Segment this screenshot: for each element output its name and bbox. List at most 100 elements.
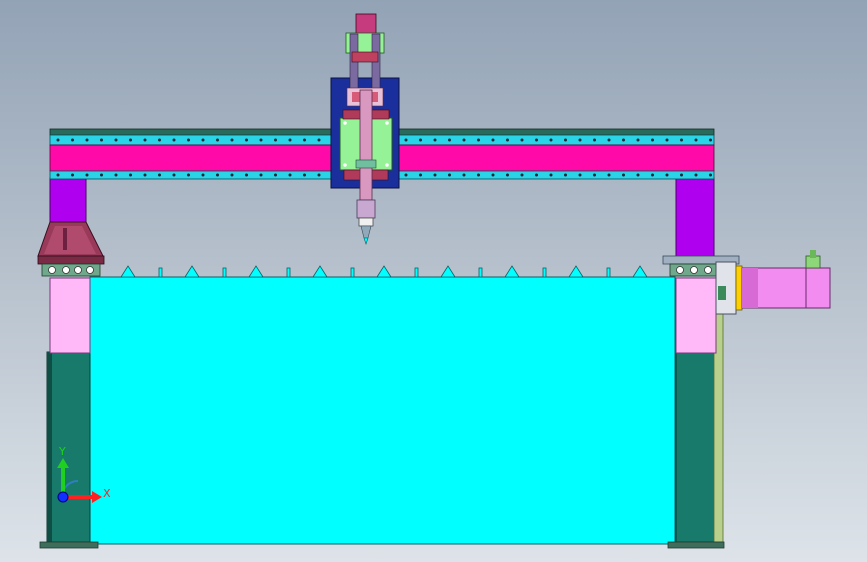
- bed-slat: [478, 267, 483, 278]
- beam-bolt: [607, 173, 611, 177]
- beam-bolt: [636, 173, 640, 177]
- bed-tooth: [248, 265, 264, 278]
- beam-bolt: [477, 138, 480, 142]
- beam-bolt: [448, 138, 451, 142]
- beam-bolt: [230, 173, 234, 177]
- beam-bolt: [622, 138, 625, 142]
- cad-viewport[interactable]: Y X: [0, 0, 867, 562]
- beam-bolt: [143, 138, 147, 142]
- beam-bolt: [172, 138, 176, 142]
- bed-slat: [158, 267, 163, 278]
- beam-bolt: [100, 173, 103, 177]
- beam-bolt: [201, 138, 205, 142]
- beam-bolt: [506, 138, 509, 142]
- bed-tooth: [312, 265, 328, 278]
- bed-slat: [286, 267, 291, 278]
- beam-bolt: [694, 138, 698, 142]
- beam-bolt: [535, 173, 538, 177]
- bed-tooth: [504, 265, 520, 278]
- beam-bolt: [491, 138, 495, 142]
- cutting-bed: [89, 276, 676, 545]
- bed-tooth: [120, 265, 136, 278]
- beam-bolt: [549, 173, 553, 177]
- beam-bolt: [303, 173, 306, 177]
- bed-tooth: [440, 265, 456, 278]
- gantry-machine-drawing: Y X: [37, 13, 831, 549]
- beam-bolt: [578, 173, 582, 177]
- left-leg: [39, 277, 99, 549]
- beam-bolt: [158, 138, 161, 142]
- beam-bolt: [187, 138, 190, 142]
- beam-bolt: [665, 138, 669, 142]
- right-leg: [667, 277, 725, 549]
- beam-bolt: [578, 138, 582, 142]
- beam-bolt: [694, 173, 698, 177]
- beam-bolt: [274, 138, 277, 142]
- beam-bolt: [288, 138, 292, 142]
- beam-bolt: [303, 138, 306, 142]
- bed-slat: [222, 267, 227, 278]
- beam-bolt: [680, 173, 683, 177]
- bed-slat: [350, 267, 355, 278]
- beam-bolt: [274, 173, 277, 177]
- beam-bolt: [419, 138, 422, 142]
- beam-bolt: [680, 138, 683, 142]
- beam-bolt: [114, 173, 118, 177]
- beam-bolt: [71, 138, 74, 142]
- beam-bolt: [709, 173, 712, 177]
- beam-bolt: [665, 173, 669, 177]
- beam-bolt: [143, 173, 147, 177]
- beam-bolt: [520, 173, 524, 177]
- beam-bolt: [85, 173, 89, 177]
- right-column: [662, 177, 740, 277]
- bed-slat: [606, 267, 611, 278]
- z-axis-dot: [57, 491, 69, 503]
- beam-bolt: [245, 173, 248, 177]
- beam-bolt: [564, 173, 567, 177]
- beam-bolt: [56, 138, 60, 142]
- beam-bolt: [709, 138, 712, 142]
- beam-bolt: [56, 173, 60, 177]
- beam-bolt: [520, 138, 524, 142]
- beam-bolt: [158, 173, 161, 177]
- beam-bolt: [259, 173, 263, 177]
- beam-bolt: [636, 138, 640, 142]
- beam-bolt: [114, 138, 118, 142]
- x-axis-label: X: [103, 487, 111, 500]
- beam-bolt: [245, 138, 248, 142]
- bed-tooth: [568, 265, 584, 278]
- beam-bolt: [129, 173, 132, 177]
- bed-tooth: [184, 265, 200, 278]
- beam-bolt: [100, 138, 103, 142]
- beam-bolt: [288, 173, 292, 177]
- beam-bolt: [593, 173, 596, 177]
- beam-bolt: [216, 173, 219, 177]
- beam-bolt: [462, 138, 466, 142]
- beam-bolt: [651, 138, 654, 142]
- beam-bolt: [491, 173, 495, 177]
- beam-bolt: [129, 138, 132, 142]
- beam-bolt: [433, 173, 437, 177]
- bed-slat: [414, 267, 419, 278]
- beam-bolt: [433, 138, 437, 142]
- beam-bolt: [607, 138, 611, 142]
- beam-bolt: [187, 173, 190, 177]
- beam-bolt: [419, 173, 422, 177]
- beam-bolt: [201, 173, 205, 177]
- bed-slat: [542, 267, 547, 278]
- cutting-head: [330, 13, 400, 245]
- beam-bolt: [593, 138, 596, 142]
- y-axis-label: Y: [58, 445, 66, 458]
- bed-slat-teeth: [120, 265, 648, 278]
- beam-bolt: [317, 173, 321, 177]
- beam-bolt: [85, 138, 89, 142]
- beam-bolt: [404, 173, 408, 177]
- beam-bolt: [71, 173, 74, 177]
- beam-bolt: [448, 173, 451, 177]
- beam-bolt: [549, 138, 553, 142]
- beam-bolt: [651, 173, 654, 177]
- beam-bolt: [216, 138, 219, 142]
- beam-bolt: [462, 173, 466, 177]
- beam-bolt: [506, 173, 509, 177]
- bed-tooth: [632, 265, 648, 278]
